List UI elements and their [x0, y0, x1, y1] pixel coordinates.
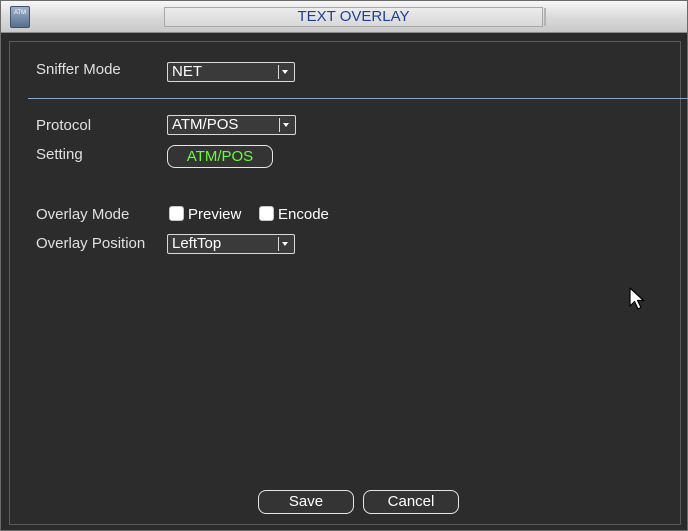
chevron-down-icon: [278, 65, 290, 79]
protocol-select[interactable]: ATM/POS: [167, 115, 296, 135]
encode-checkbox[interactable]: [259, 206, 274, 221]
protocol-value: ATM/POS: [172, 116, 239, 133]
chevron-down-icon: [279, 118, 291, 132]
title-bar: ATM TEXT OVERLAY: [1, 1, 687, 33]
setting-atm-pos-button[interactable]: ATM/POS: [167, 145, 273, 168]
text-overlay-window: ATM TEXT OVERLAY Sniffer Mode NET Protoc…: [0, 0, 688, 531]
atm-icon: ATM: [10, 6, 30, 28]
chevron-down-icon: [278, 237, 290, 251]
cancel-button[interactable]: Cancel: [363, 490, 459, 514]
sniffer-mode-value: NET: [172, 63, 202, 80]
overlay-mode-label: Overlay Mode: [36, 206, 130, 223]
sniffer-mode-label: Sniffer Mode: [36, 61, 121, 78]
overlay-position-label: Overlay Position: [36, 235, 146, 252]
title-bar-endcap: [544, 8, 546, 26]
protocol-label: Protocol: [36, 117, 92, 134]
sniffer-mode-select[interactable]: NET: [167, 62, 295, 82]
preview-checkbox[interactable]: [169, 206, 184, 221]
window-title: TEXT OVERLAY: [164, 7, 543, 27]
encode-label: Encode: [278, 206, 329, 223]
setting-label: Setting: [36, 146, 83, 163]
save-button[interactable]: Save: [258, 490, 354, 514]
overlay-position-select[interactable]: LeftTop: [167, 234, 295, 254]
mouse-pointer-icon: [629, 287, 645, 310]
preview-label: Preview: [188, 206, 242, 223]
overlay-position-value: LeftTop: [172, 235, 222, 252]
settings-panel: [9, 41, 681, 525]
section-divider: [28, 98, 688, 99]
